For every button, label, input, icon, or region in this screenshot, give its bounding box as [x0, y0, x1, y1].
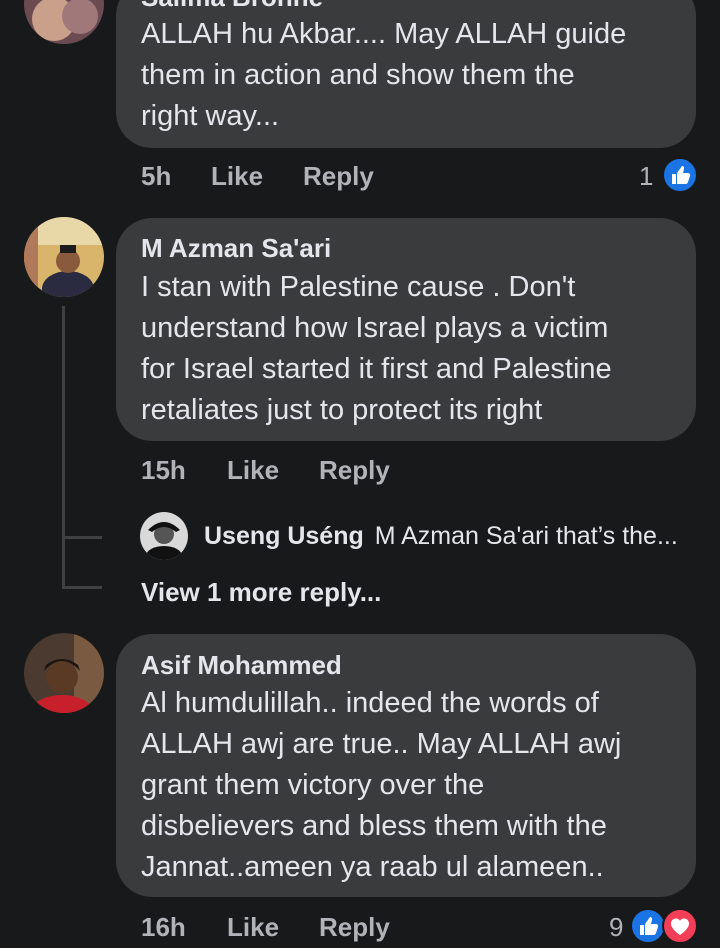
reply-button[interactable]: Reply: [319, 455, 390, 486]
reaction-count[interactable]: 9: [609, 912, 623, 943]
like-reaction-icon: [662, 157, 698, 193]
comment-text: Al humdulillah.. indeed the words of ALL…: [141, 687, 622, 883]
comment-author[interactable]: Asif Mohammed: [141, 650, 342, 681]
view-more-replies-link[interactable]: View 1 more reply...: [141, 577, 381, 608]
comment-text: I stan with Palestine cause . Don't unde…: [141, 271, 612, 426]
avatar[interactable]: [24, 633, 104, 713]
comment-timestamp[interactable]: 15h: [141, 455, 186, 486]
comment-timestamp[interactable]: 5h: [141, 161, 171, 192]
thread-line: [62, 306, 65, 588]
reply-button[interactable]: Reply: [319, 912, 390, 943]
avatar[interactable]: [140, 512, 188, 560]
reply-preview[interactable]: Useng Uséng M Azman Sa'ari that’s the...: [204, 522, 678, 551]
avatar[interactable]: [24, 217, 104, 297]
reply-author[interactable]: Useng Uséng: [204, 522, 364, 550]
like-reaction-icon: [630, 908, 666, 944]
reply-button[interactable]: Reply: [303, 161, 374, 192]
comment-timestamp[interactable]: 16h: [141, 912, 186, 943]
reaction-count[interactable]: 1: [639, 161, 653, 192]
thread-branch: [62, 536, 102, 539]
comment-author[interactable]: M Azman Sa'ari: [141, 233, 331, 264]
love-reaction-icon: [662, 908, 698, 944]
reply-snippet: M Azman Sa'ari that’s the...: [374, 522, 678, 550]
like-button[interactable]: Like: [227, 455, 279, 486]
thread-branch: [62, 586, 102, 589]
like-button[interactable]: Like: [211, 161, 263, 192]
like-button[interactable]: Like: [227, 912, 279, 943]
comment-text: ALLAH hu Akbar.... May ALLAH guide them …: [141, 18, 627, 132]
avatar[interactable]: [24, 0, 104, 44]
comment-author[interactable]: Salima Bronne: [141, 0, 323, 13]
